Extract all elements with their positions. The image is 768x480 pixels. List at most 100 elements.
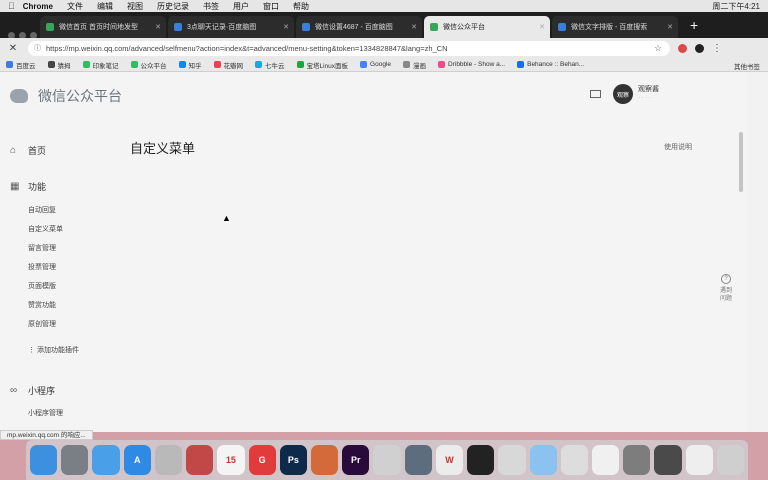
bookmark-star-icon[interactable]: ☆ xyxy=(654,43,662,54)
bookmark-item[interactable]: 猜拇 xyxy=(47,60,71,70)
sidebar-item-templates[interactable]: 页面模版 xyxy=(28,281,56,291)
stop-loading-icon[interactable]: ✕ xyxy=(6,43,20,54)
apple-icon[interactable]:  xyxy=(8,1,15,11)
new-tab-button[interactable]: + xyxy=(690,17,698,33)
baidu-icon[interactable] xyxy=(591,445,620,475)
menu-file[interactable]: 文件 xyxy=(67,1,83,12)
keynote-icon[interactable] xyxy=(373,445,401,475)
sketch-icon[interactable] xyxy=(310,445,339,475)
tab-close-icon[interactable]: ✕ xyxy=(667,23,673,31)
sidebar-item-auto-reply[interactable]: 自动回复 xyxy=(28,205,56,215)
photos-icon[interactable] xyxy=(154,445,183,475)
dock: A 15 G Ps Pr W xyxy=(26,440,748,480)
add-plugin-link[interactable]: ⋮ 添加功能插件 xyxy=(28,345,79,355)
premiere-icon[interactable]: Pr xyxy=(342,445,370,475)
bookmark-item[interactable]: 漫画 xyxy=(403,60,426,70)
qq-icon[interactable] xyxy=(467,445,495,475)
browser-tab[interactable]: 微信文字排版 - 百度搜索 ✕ xyxy=(552,16,678,38)
launchpad-icon[interactable] xyxy=(61,445,89,475)
menu-view[interactable]: 视图 xyxy=(127,1,143,12)
sidebar-item-miniprogram-manage[interactable]: 小程序管理 xyxy=(28,408,63,418)
account-name: 观察酱 xyxy=(638,86,659,93)
appstore-icon[interactable]: A xyxy=(123,445,151,475)
messages-icon[interactable] xyxy=(529,445,557,475)
sidebar-section-miniprogram[interactable]: ∞ 小程序 xyxy=(10,384,55,397)
menu-bookmarks[interactable]: 书签 xyxy=(203,1,219,12)
bookmark-item[interactable]: 公众平台 xyxy=(130,60,167,70)
extension-icon[interactable] xyxy=(678,43,687,53)
settings-icon[interactable] xyxy=(623,445,651,475)
url-input[interactable]: ⓘ https://mp.weixin.qq.com/advanced/self… xyxy=(28,40,670,56)
safari-icon[interactable] xyxy=(92,445,120,475)
menu-help[interactable]: 帮助 xyxy=(293,1,309,12)
tab-favicon xyxy=(302,23,310,31)
account-info[interactable]: 观察酱 · · · · xyxy=(638,85,659,103)
bookmark-favicon xyxy=(82,61,90,68)
avatar[interactable]: 观察 xyxy=(613,84,633,104)
sidebar-item-votes[interactable]: 投票管理 xyxy=(28,262,56,272)
grid-icon: ▦ xyxy=(10,180,20,192)
finder-icon[interactable] xyxy=(30,445,58,475)
bookmark-item[interactable]: Google xyxy=(360,61,391,68)
page-scrollbar[interactable] xyxy=(738,72,746,432)
wechat-icon[interactable] xyxy=(498,445,526,475)
calendar-icon[interactable]: 15 xyxy=(217,445,245,475)
tab-close-icon[interactable]: ✕ xyxy=(539,23,545,31)
sidebar-item-home[interactable]: ⌂ 首页 xyxy=(10,144,46,157)
bookmark-label: 知乎 xyxy=(188,62,202,70)
page-title: 自定义菜单 xyxy=(130,141,196,156)
menu-app-name[interactable]: Chrome xyxy=(23,2,53,11)
mail-icon[interactable] xyxy=(590,90,601,98)
bookmark-label: 公众平台 xyxy=(140,62,167,70)
browser-tab-active[interactable]: 微信公众平台 ✕ xyxy=(424,16,550,38)
sidebar-item-original[interactable]: 原创管理 xyxy=(28,319,56,329)
bookmark-favicon xyxy=(178,61,186,68)
tab-title: 微信设置4687 - 百度脑图 xyxy=(315,24,393,31)
bookmark-item[interactable]: 知乎 xyxy=(178,60,202,70)
menu-edit[interactable]: 编辑 xyxy=(97,1,113,12)
bookmark-label: 印象笔记 xyxy=(92,62,119,70)
extension-icon[interactable] xyxy=(695,43,704,53)
help-widget[interactable]: ? 遇到问题 xyxy=(720,274,732,303)
tab-favicon xyxy=(46,23,54,31)
tab-title: 3点聊天记录·百度脑图 xyxy=(187,24,257,31)
scrollbar-thumb[interactable] xyxy=(739,132,743,192)
menu-people[interactable]: 用户 xyxy=(233,1,249,12)
menu-history[interactable]: 历史记录 xyxy=(157,1,189,12)
browser-tab[interactable]: 3点聊天记录·百度脑图 ✕ xyxy=(168,16,294,38)
sidebar-section-features[interactable]: ▦ 功能 xyxy=(10,180,46,193)
sidebar-item-reward[interactable]: 赞赏功能 xyxy=(28,300,56,310)
bookmark-favicon xyxy=(130,61,138,68)
tab-close-icon[interactable]: ✕ xyxy=(283,23,289,31)
preview-icon[interactable] xyxy=(560,445,588,475)
bookmark-item[interactable]: 宝塔Linux面板 xyxy=(296,60,348,70)
chrome-icon[interactable] xyxy=(404,445,432,475)
todo-icon[interactable]: G xyxy=(248,445,276,475)
quicktime-icon[interactable] xyxy=(654,445,682,475)
photoshop-icon[interactable]: Ps xyxy=(279,445,307,475)
bookmark-item[interactable]: 七牛云 xyxy=(255,60,285,70)
help-doc-link[interactable]: 使用说明 xyxy=(664,142,692,152)
tab-close-icon[interactable]: ✕ xyxy=(411,23,417,31)
sidebar-item-comments[interactable]: 留言管理 xyxy=(28,243,56,253)
info-icon[interactable]: ⓘ xyxy=(34,43,41,53)
bookmark-item[interactable]: 花瓣网 xyxy=(213,60,243,70)
bookmark-item[interactable]: 百度云 xyxy=(6,60,36,70)
trash-icon[interactable] xyxy=(716,445,745,475)
sidebar-item-custom-menu[interactable]: 自定义菜单 xyxy=(28,224,63,234)
bookmark-label: 漫画 xyxy=(413,62,427,70)
pen-icon[interactable] xyxy=(186,445,214,475)
site-logo[interactable]: 微信公众平台 xyxy=(10,86,122,106)
browser-menu-icon[interactable]: ⋮ xyxy=(712,43,722,54)
browser-tab[interactable]: 微信设置4687 - 百度脑图 ✕ xyxy=(296,16,422,38)
bookmark-item[interactable]: 印象笔记 xyxy=(82,60,119,70)
bookmark-item[interactable]: Behance :: Behan... xyxy=(517,61,584,68)
music-icon[interactable] xyxy=(685,445,713,475)
bookmarks-bar: 百度云 猜拇 印象笔记 公众平台 知乎 花瓣网 七牛云 宝塔Linux面板 Go… xyxy=(0,58,768,72)
wps-icon[interactable]: W xyxy=(435,445,464,475)
other-bookmarks[interactable]: 其他书签 xyxy=(734,61,760,71)
menu-window[interactable]: 窗口 xyxy=(263,1,279,12)
browser-tab[interactable]: 微信首页 首页时间地发型 ✕ xyxy=(40,16,166,38)
bookmark-item[interactable]: Dribbble - Show a... xyxy=(438,61,505,68)
tab-close-icon[interactable]: ✕ xyxy=(155,23,161,31)
